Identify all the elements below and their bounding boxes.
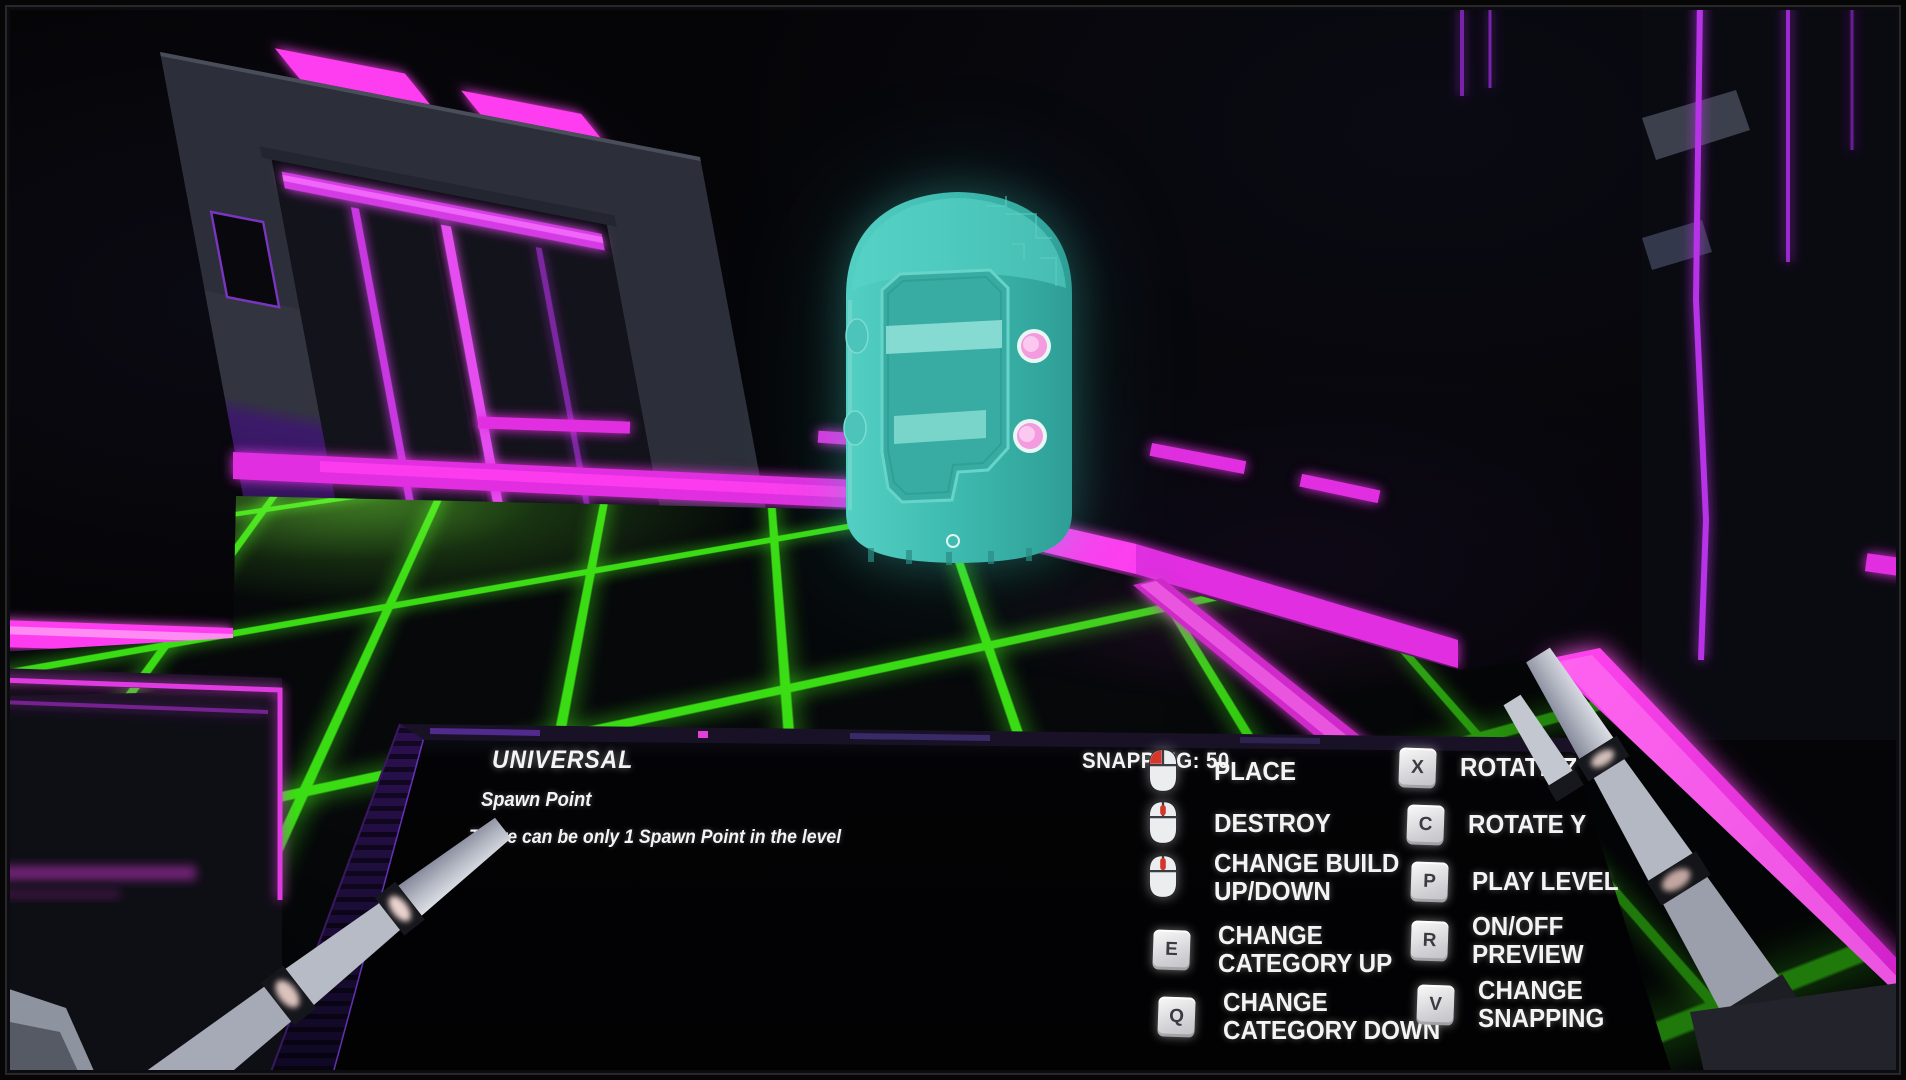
hud-layer: UNIVERSAL Spawn Point There can be only …: [0, 0, 1906, 1080]
key-icon: X: [1396, 748, 1438, 788]
control-change-snapping: V CHANGE SNAPPING: [1414, 981, 1662, 1029]
control-label: ROTATE Y: [1468, 811, 1639, 839]
key-label: R: [1422, 930, 1436, 952]
key-label: Q: [1168, 1006, 1184, 1029]
key-icon: Q: [1155, 997, 1197, 1037]
control-rotate-z: X ROTATE Z: [1396, 744, 1644, 792]
category-title: UNIVERSAL: [492, 746, 633, 775]
game-viewport[interactable]: UNIVERSAL Spawn Point There can be only …: [0, 0, 1906, 1080]
control-label: CHANGE SNAPPING: [1478, 977, 1649, 1032]
key-icon: R: [1408, 921, 1450, 961]
key-label: X: [1410, 757, 1423, 779]
key-label: E: [1164, 939, 1177, 961]
item-note: There can be only 1 Spawn Point in the l…: [469, 827, 841, 849]
control-rotate-y: C ROTATE Y: [1404, 801, 1652, 849]
key-label: C: [1418, 814, 1432, 836]
key-label: V: [1428, 994, 1441, 1016]
control-preview-toggle: R ON/OFF PREVIEW: [1408, 917, 1656, 965]
control-label: ROTATE Z: [1460, 754, 1631, 782]
key-icon: V: [1414, 985, 1456, 1025]
control-label: ON/OFF PREVIEW: [1472, 913, 1643, 968]
key-icon: E: [1150, 930, 1192, 970]
key-label: P: [1422, 871, 1435, 893]
key-icon: P: [1408, 862, 1450, 902]
key-icon: C: [1404, 805, 1446, 845]
control-label: PLAY LEVEL: [1472, 868, 1643, 896]
control-play-level: P PLAY LEVEL: [1408, 858, 1656, 906]
selected-item-name: Spawn Point: [481, 789, 591, 812]
